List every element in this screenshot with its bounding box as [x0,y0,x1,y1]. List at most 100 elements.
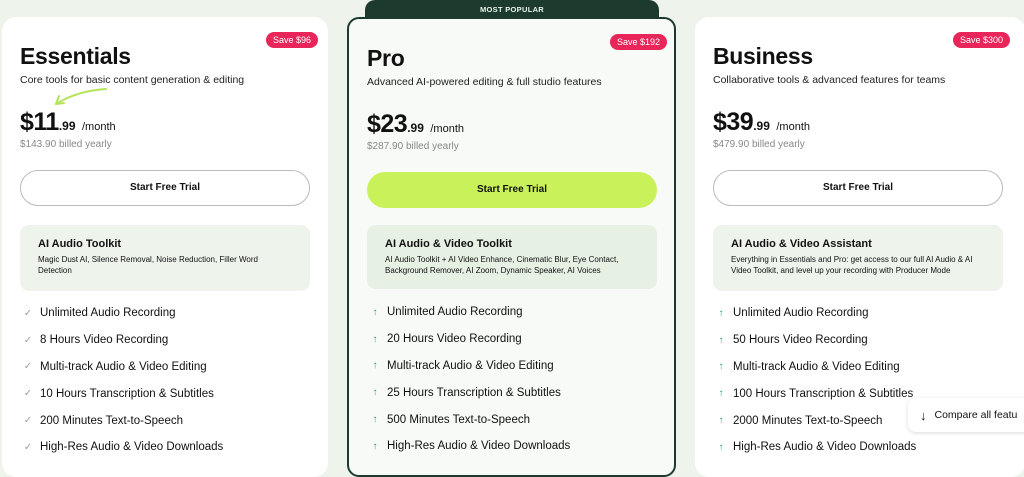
feature-text: 200 Minutes Text-to-Speech [40,414,183,427]
feature-list: ✓ Unlimited Audio Recording ✓ 8 Hours Vide… [22,300,223,461]
feature-item: ✓ Unlimited Audio Recording [22,300,223,327]
arrow-up-icon: ↑ [372,306,378,318]
feature-text: 100 Hours Transcription & Subtitles [733,387,914,400]
billed-amount: $287.90 [367,141,404,152]
start-free-trial-button[interactable]: Start Free Trial [367,172,657,208]
feature-text: Unlimited Audio Recording [387,306,523,319]
feature-item: ↑ 100 Hours Transcription & Subtitles [715,380,916,407]
feature-text: Unlimited Audio Recording [40,307,176,320]
check-icon: ✓ [23,441,33,453]
start-free-trial-button[interactable]: Start Free Trial [713,170,1003,206]
save-badge: Save $300 [953,32,1011,48]
feature-text: 20 Hours Video Recording [387,333,522,346]
start-free-trial-button[interactable]: Start Free Trial [20,170,310,206]
arrow-down-icon: ↓ [920,407,927,423]
price-main: $11 [20,108,59,136]
billed-yearly: $479.90 billed yearly [713,139,805,150]
feature-item: ↑ 50 Hours Video Recording [715,327,916,354]
price-cents: .99 [753,119,770,133]
feature-item: ↑ Multi-track Audio & Video Editing [715,354,916,381]
feature-text: Multi-track Audio & Video Editing [733,360,900,373]
compare-all-features-button[interactable]: ↓ Compare all featu [908,398,1024,432]
feature-item: ↑ 500 Minutes Text-to-Speech [369,406,570,433]
feature-item: ↑ 2000 Minutes Text-to-Speech [715,407,916,434]
arrow-up-icon: ↑ [718,334,724,346]
feature-item: ↑ 20 Hours Video Recording [369,326,570,353]
check-icon: ✓ [23,415,33,427]
feature-text: 10 Hours Transcription & Subtitles [40,387,214,400]
feature-item: ✓ 10 Hours Transcription & Subtitles [22,380,223,407]
arrow-up-icon: ↑ [372,414,378,426]
billed-label: billed yearly [751,139,805,150]
most-popular-label: MOST POPULAR [479,5,545,14]
arrow-annotation-icon [55,88,107,105]
arrow-up-icon: ↑ [372,387,378,399]
feature-item: ↑ Unlimited Audio Recording [715,300,916,327]
billed-yearly: $287.90 billed yearly [367,141,459,152]
plan-card-pro: Save $192 Pro Advanced AI-powered editin… [347,17,676,477]
plan-name: Business [713,43,813,69]
check-icon: ✓ [23,307,33,319]
price-cents: .99 [407,121,424,135]
feature-text: High-Res Audio & Video Downloads [733,441,917,454]
feature-item: ↑ High-Res Audio & Video Downloads [715,434,917,461]
toolkit-box: AI Audio & Video Assistant Everything in… [713,225,1003,291]
arrow-up-icon: ↑ [718,307,724,319]
feature-text: Unlimited Audio Recording [733,307,869,320]
check-icon: ✓ [23,361,33,373]
arrow-up-icon: ↑ [372,360,378,372]
arrow-up-icon: ↑ [718,361,724,373]
price-period: /month [430,123,464,135]
feature-item: ✓ High-Res Audio & Video Downloads [22,434,223,461]
price: $11.99 /month [20,108,116,137]
arrow-up-icon: ↑ [718,441,724,453]
toolkit-desc: Magic Dust AI, Silence Removal, Noise Re… [38,255,258,275]
price: $39.99 /month [713,108,810,137]
feature-text: 8 Hours Video Recording [40,334,169,347]
toolkit-box: AI Audio Toolkit Magic Dust AI, Silence … [20,225,310,291]
toolkit-title: AI Audio Toolkit [38,238,122,250]
feature-list: ↑ Unlimited Audio Recording ↑ 50 Hours Vid… [715,300,917,461]
feature-item: ✓ 200 Minutes Text-to-Speech [22,407,223,434]
check-icon: ✓ [23,334,33,346]
plan-tagline: Advanced AI-powered editing & full studi… [367,76,602,88]
plan-tagline: Collaborative tools & advanced features … [713,74,946,86]
feature-text: 500 Minutes Text-to-Speech [387,413,530,426]
feature-text: 2000 Minutes Text-to-Speech [733,414,883,427]
plan-name: Pro [367,45,405,71]
feature-list: ↑ Unlimited Audio Recording ↑ 20 Hours Vid… [369,299,571,460]
arrow-up-icon: ↑ [718,415,724,427]
plan-name: Essentials [20,43,131,69]
toolkit-title: AI Audio & Video Assistant [731,238,872,250]
feature-text: 25 Hours Transcription & Subtitles [387,386,561,399]
feature-item: ✓ Multi-track Audio & Video Editing [22,354,223,381]
billed-label: billed yearly [58,139,112,150]
toolkit-desc: AI Audio Toolkit + AI Video Enhance, Cin… [385,255,619,275]
arrow-up-icon: ↑ [718,388,724,400]
feature-text: High-Res Audio & Video Downloads [40,441,224,454]
price-period: /month [776,121,810,133]
toolkit-title: AI Audio & Video Toolkit [385,238,512,250]
price-period: /month [81,121,116,133]
toolkit-box: AI Audio & Video Toolkit AI Audio Toolki… [367,225,657,289]
price-cents: .99 [58,119,76,133]
plan-tagline: Core tools for basic content generation … [20,74,245,86]
billed-amount: $479.90 [713,139,750,150]
save-badge: Save $96 [266,32,319,48]
price-main: $39 [713,108,754,136]
check-icon: ✓ [23,388,33,400]
price: $23.99 /month [367,110,464,139]
billed-amount: $143.90 [20,139,57,150]
compare-label: Compare all featu [934,409,1018,421]
save-badge: Save $192 [610,34,668,50]
feature-text: Multi-track Audio & Video Editing [387,359,554,372]
feature-item: ↑ Multi-track Audio & Video Editing [369,353,570,380]
feature-text: High-Res Audio & Video Downloads [387,440,571,453]
billed-label: billed yearly [405,141,459,152]
feature-item: ↑ Unlimited Audio Recording [369,299,570,326]
price-main: $23 [367,110,408,138]
toolkit-desc: Everything in Essentials and Pro: get ac… [731,255,973,275]
feature-item: ↑ 25 Hours Transcription & Subtitles [369,379,570,406]
feature-item: ✓ 8 Hours Video Recording [22,327,223,354]
arrow-up-icon: ↑ [372,333,378,345]
